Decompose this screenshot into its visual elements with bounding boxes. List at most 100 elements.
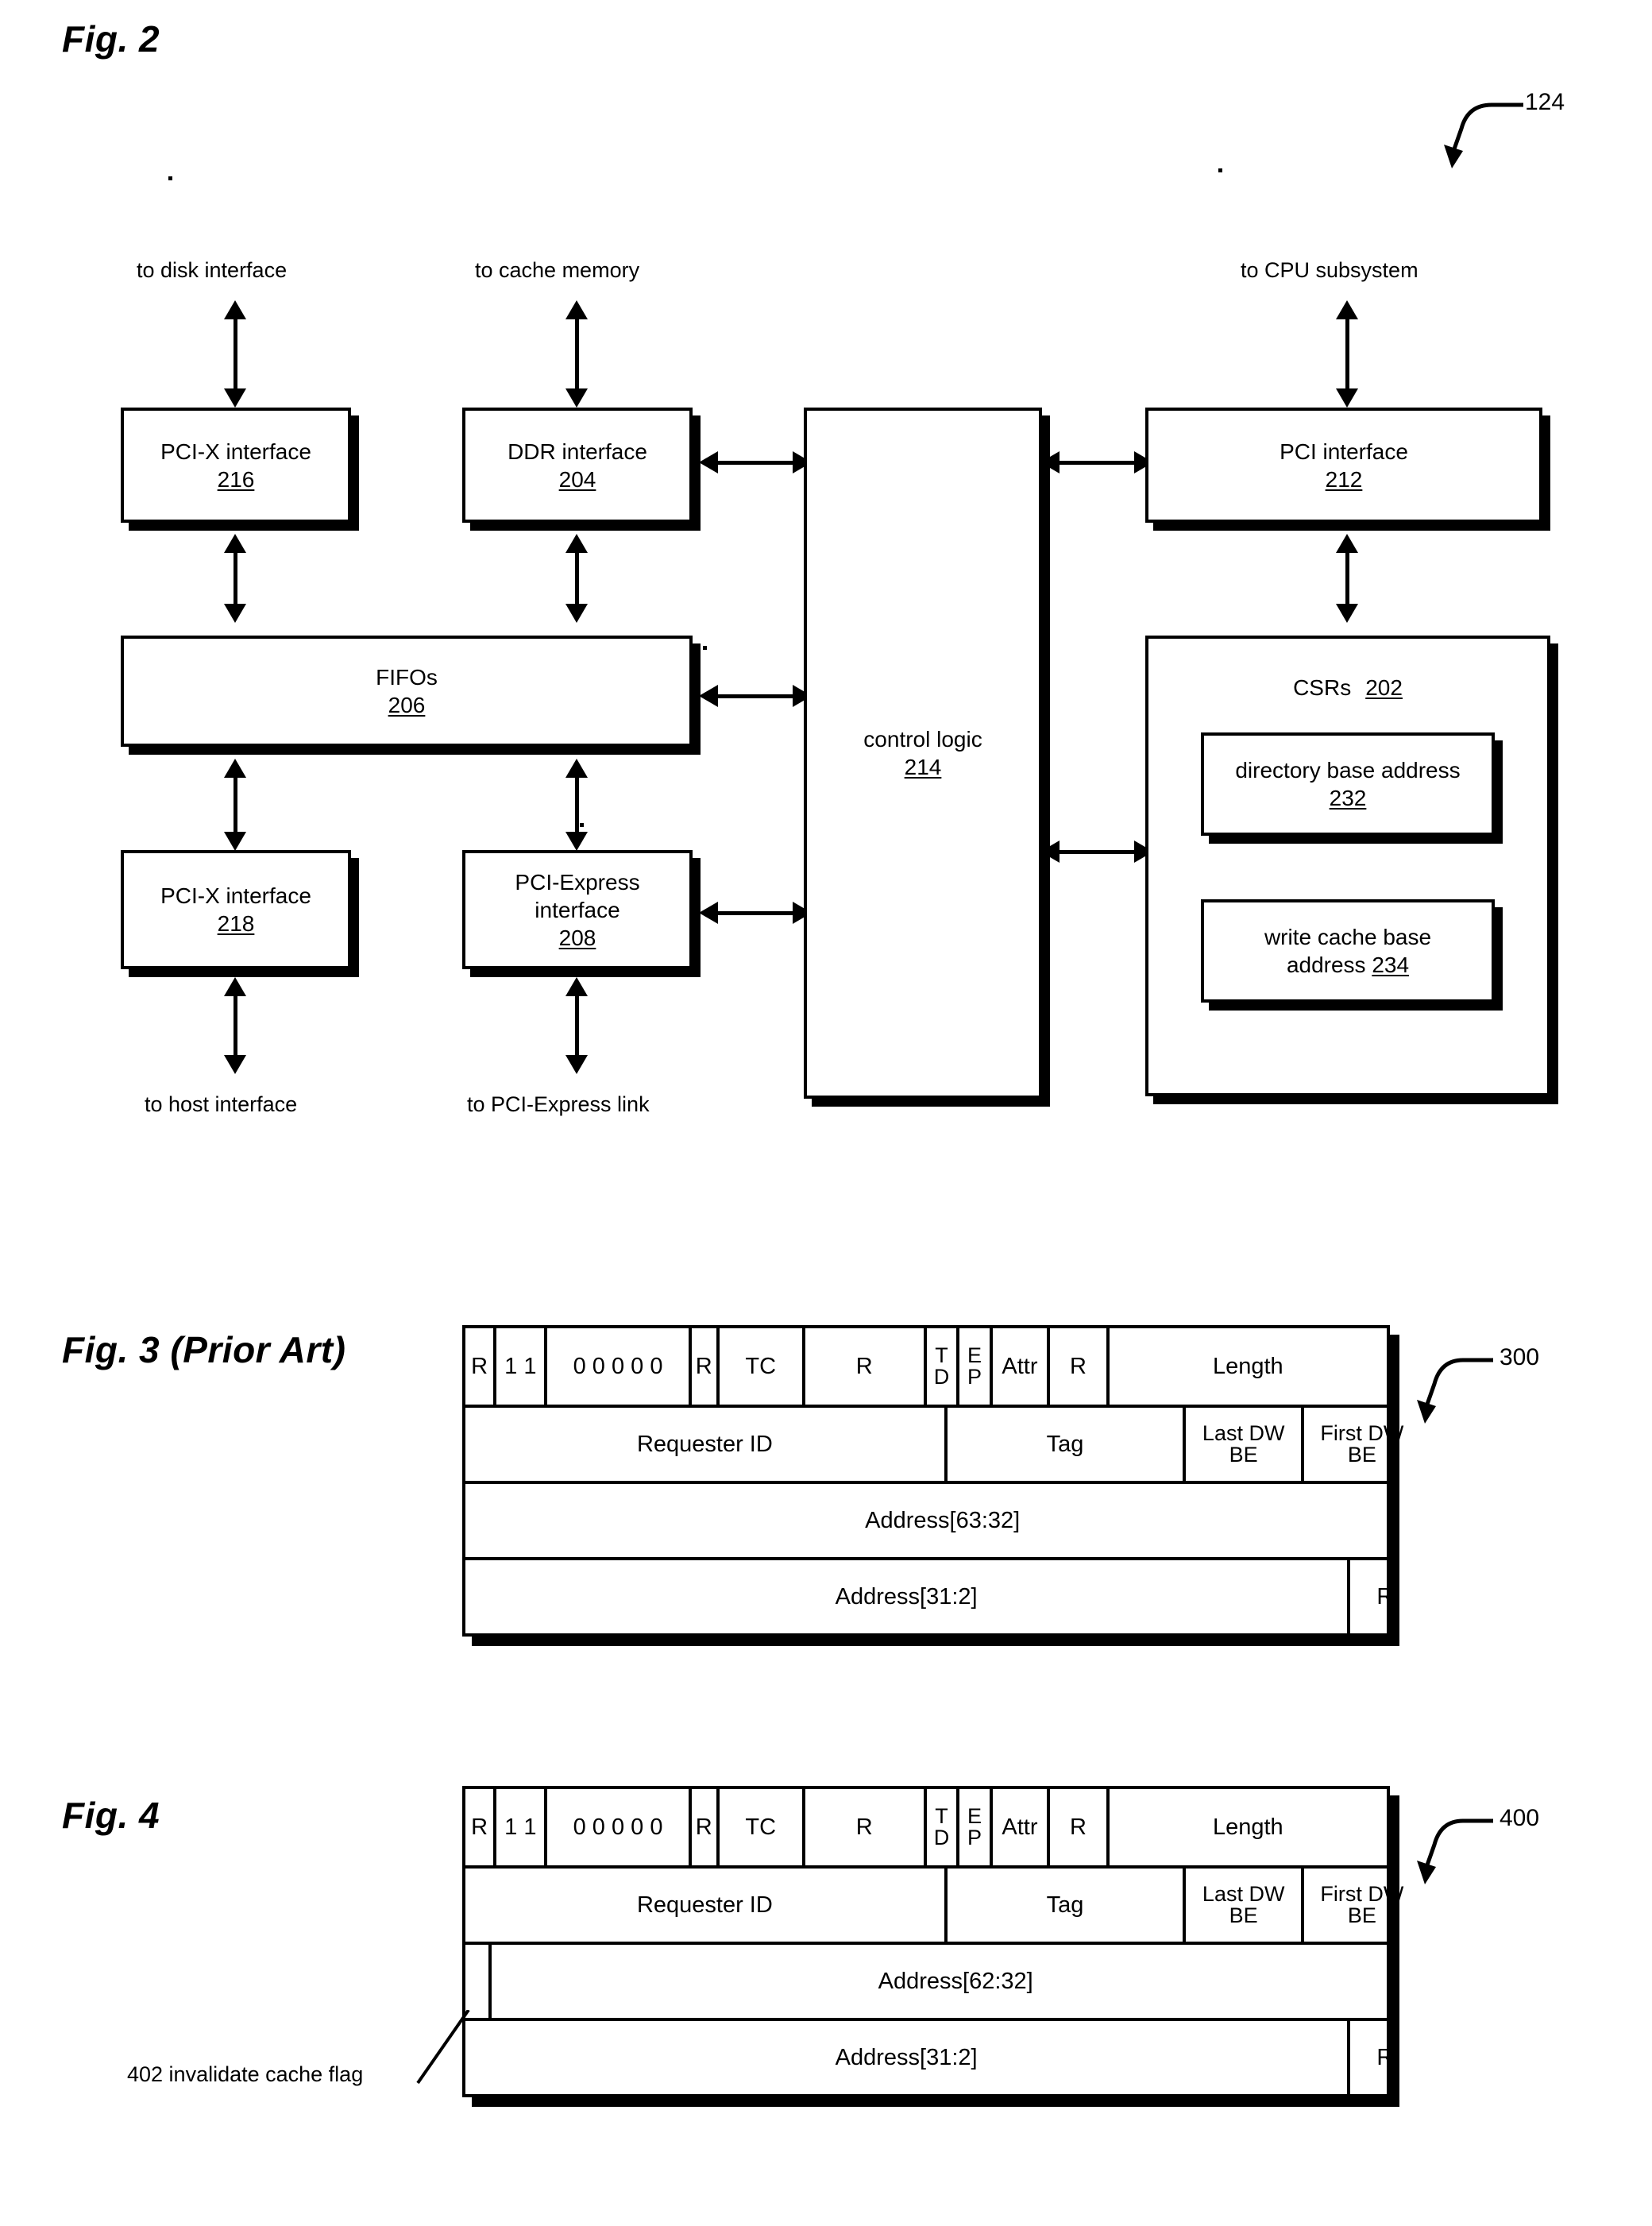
arrow-shaft bbox=[716, 694, 796, 698]
fig2-ref-number: 124 bbox=[1525, 89, 1565, 115]
fig3-header-row-cell-t-d: TD bbox=[923, 1328, 956, 1405]
fig3-header-row-cell-length: Length bbox=[1106, 1328, 1387, 1405]
fig3-requester-row: Requester ID Tag Last DW BE First DW BE bbox=[465, 1405, 1403, 1481]
arrow-shaft bbox=[575, 993, 579, 1061]
fig4-requester-row-cell-requester-id: Requester ID bbox=[636, 1892, 773, 1918]
cell-line: D bbox=[933, 1826, 950, 1849]
csrs-title: CSRs bbox=[1293, 675, 1352, 700]
fig3-requester-row-cell-first-dw-be: First DW BE bbox=[1301, 1408, 1419, 1481]
fig4-address-hi-row-cell-empty bbox=[465, 1945, 488, 2018]
block-number: 208 bbox=[558, 925, 596, 950]
arrow-shaft bbox=[1345, 550, 1349, 609]
fig3-address-lo-row-cell-r: R bbox=[1347, 1560, 1419, 1633]
arrow-shaft bbox=[234, 550, 237, 609]
block-pci-212[interactable]: PCI interface 212 bbox=[1145, 408, 1542, 523]
arrow-down-icon bbox=[224, 1055, 246, 1074]
block-number: 204 bbox=[558, 466, 596, 492]
block-ddr-204[interactable]: DDR interface 204 bbox=[462, 408, 693, 523]
fig4-header-row-cell-tc: TC bbox=[716, 1789, 802, 1865]
fig4-address-hi-row-cell-address-62-32: Address[62:32] bbox=[488, 1945, 1419, 2018]
label-to-host-interface: to host interface bbox=[145, 1092, 298, 1116]
fig4-header-row-cell-attr: Attr bbox=[989, 1789, 1048, 1865]
block-title-2-wrap: address 234 bbox=[1287, 951, 1409, 979]
fig4-header-row-cell-1-1: 1 1 bbox=[493, 1789, 544, 1865]
scan-speck bbox=[168, 176, 172, 180]
fig4-address-hi-row: Address[62:32] bbox=[465, 1942, 1387, 2018]
arrow-shaft bbox=[716, 911, 796, 915]
arrow-down-icon bbox=[224, 604, 246, 623]
fig4-header-row: R1 10 0 0 0 0 R TC R T D E P Attr R Length bbox=[465, 1789, 1387, 1865]
block-directory-base-address-232[interactable]: directory base address 232 bbox=[1201, 732, 1495, 836]
arrow-down-icon bbox=[565, 832, 588, 851]
cell-line: T bbox=[935, 1804, 948, 1828]
fig4-header-row-cell-0-0-0-0-0: 0 0 0 0 0 bbox=[544, 1789, 688, 1865]
block-pcie-208[interactable]: PCI-Express interface 208 bbox=[462, 850, 693, 969]
fig4-header-row-cell-r: R bbox=[688, 1789, 716, 1865]
cell-line: P bbox=[967, 1826, 982, 1849]
cell-line: BE bbox=[1347, 1443, 1376, 1467]
cell-line: E bbox=[967, 1343, 982, 1367]
label-to-disk-interface: to disk interface bbox=[137, 258, 288, 282]
block-pcix-218[interactable]: PCI-X interface 218 bbox=[121, 850, 351, 969]
scan-speck bbox=[580, 823, 584, 827]
fig4-requester-row-cell-last-dw-be: Last DW BE bbox=[1183, 1869, 1301, 1942]
cell-line: E bbox=[967, 1804, 982, 1828]
arrow-shaft bbox=[575, 775, 579, 838]
fig4-address-lo-row: Address[31:2] R bbox=[465, 2018, 1393, 2094]
block-title: DDR interface bbox=[508, 439, 647, 464]
block-title: control logic bbox=[863, 727, 982, 752]
arrow-shaft bbox=[716, 461, 796, 465]
fig4-requester-row-cell-tag: Tag bbox=[944, 1869, 1183, 1942]
arrow-down-icon bbox=[565, 388, 588, 408]
arrow-shaft bbox=[234, 775, 237, 838]
block-pcix-216[interactable]: PCI-X interface 216 bbox=[121, 408, 351, 523]
cell-line: T bbox=[935, 1343, 948, 1367]
label-to-cache-memory: to cache memory bbox=[475, 258, 640, 282]
cell-line: P bbox=[967, 1365, 982, 1389]
fig4-address-lo-row-cell-address-31-2: Address[31:2] bbox=[835, 2044, 978, 2070]
block-csrs-202[interactable]: CSRs 202 bbox=[1145, 636, 1550, 1096]
fig3-header-row-cell-r: R bbox=[1047, 1328, 1106, 1405]
fig4-header-row-cell-r: R bbox=[471, 1814, 488, 1840]
fig4-flag-leader-icon bbox=[416, 2010, 470, 2085]
arrow-down-icon bbox=[224, 388, 246, 408]
arrow-down-icon bbox=[1336, 604, 1358, 623]
block-title: PCI interface bbox=[1280, 439, 1408, 464]
fig4-packet-table: R1 10 0 0 0 0 R TC R T D E P Attr R Length Requeste… bbox=[462, 1786, 1403, 2097]
arrow-left-icon bbox=[699, 451, 718, 473]
block-title: PCI-X interface bbox=[160, 883, 311, 908]
arrow-shaft bbox=[1345, 316, 1349, 400]
fig3-ref-number: 300 bbox=[1500, 1344, 1540, 1370]
fig4-flag-label: 402 invalidate cache flag bbox=[127, 2062, 364, 2086]
arrow-down-icon bbox=[1336, 388, 1358, 408]
scan-speck bbox=[1218, 168, 1222, 172]
block-title: write cache base bbox=[1264, 925, 1432, 949]
block-number: 206 bbox=[388, 693, 426, 717]
block-title: directory base address bbox=[1235, 758, 1461, 783]
arrow-down-icon bbox=[565, 1055, 588, 1074]
arrow-down-icon bbox=[565, 604, 588, 623]
block-fifos-206[interactable]: FIFOs 206 bbox=[121, 636, 693, 747]
arrow-shaft bbox=[575, 550, 579, 609]
fig3-address-hi-row-cell-address-63-32: Address[63:32] bbox=[865, 1507, 1021, 1533]
arrow-shaft bbox=[575, 316, 579, 400]
fig3-header-row: R1 10 0 0 0 0 R TC R T D E P Attr R Length bbox=[465, 1328, 1387, 1405]
cell-line: D bbox=[933, 1365, 950, 1389]
fig3-address-hi-row: Address[63:32] bbox=[465, 1481, 1387, 1557]
block-title: PCI-Express bbox=[515, 869, 640, 895]
block-write-cache-base-address-234[interactable]: write cache base address 234 bbox=[1201, 899, 1495, 1003]
arrow-left-icon bbox=[699, 685, 718, 707]
cell-line: First DW bbox=[1320, 1421, 1404, 1445]
block-control-logic-214[interactable]: control logic 214 bbox=[804, 408, 1042, 1099]
arrow-shaft bbox=[234, 993, 237, 1061]
cell-line: Last DW bbox=[1202, 1882, 1285, 1906]
label-to-pci-express-link: to PCI-Express link bbox=[467, 1092, 650, 1116]
fig3-header-row-cell-r: R bbox=[688, 1328, 716, 1405]
block-number: 232 bbox=[1329, 786, 1367, 810]
fig3-header-row-cell-1-1: 1 1 bbox=[493, 1328, 544, 1405]
fig3-header-row-cell-attr: Attr bbox=[989, 1328, 1048, 1405]
arrow-left-icon bbox=[1040, 451, 1060, 473]
block-title-2: address bbox=[1286, 953, 1366, 977]
csrs-number: 202 bbox=[1365, 675, 1403, 700]
fig3-caption: Fig. 3 (Prior Art) bbox=[62, 1329, 346, 1370]
